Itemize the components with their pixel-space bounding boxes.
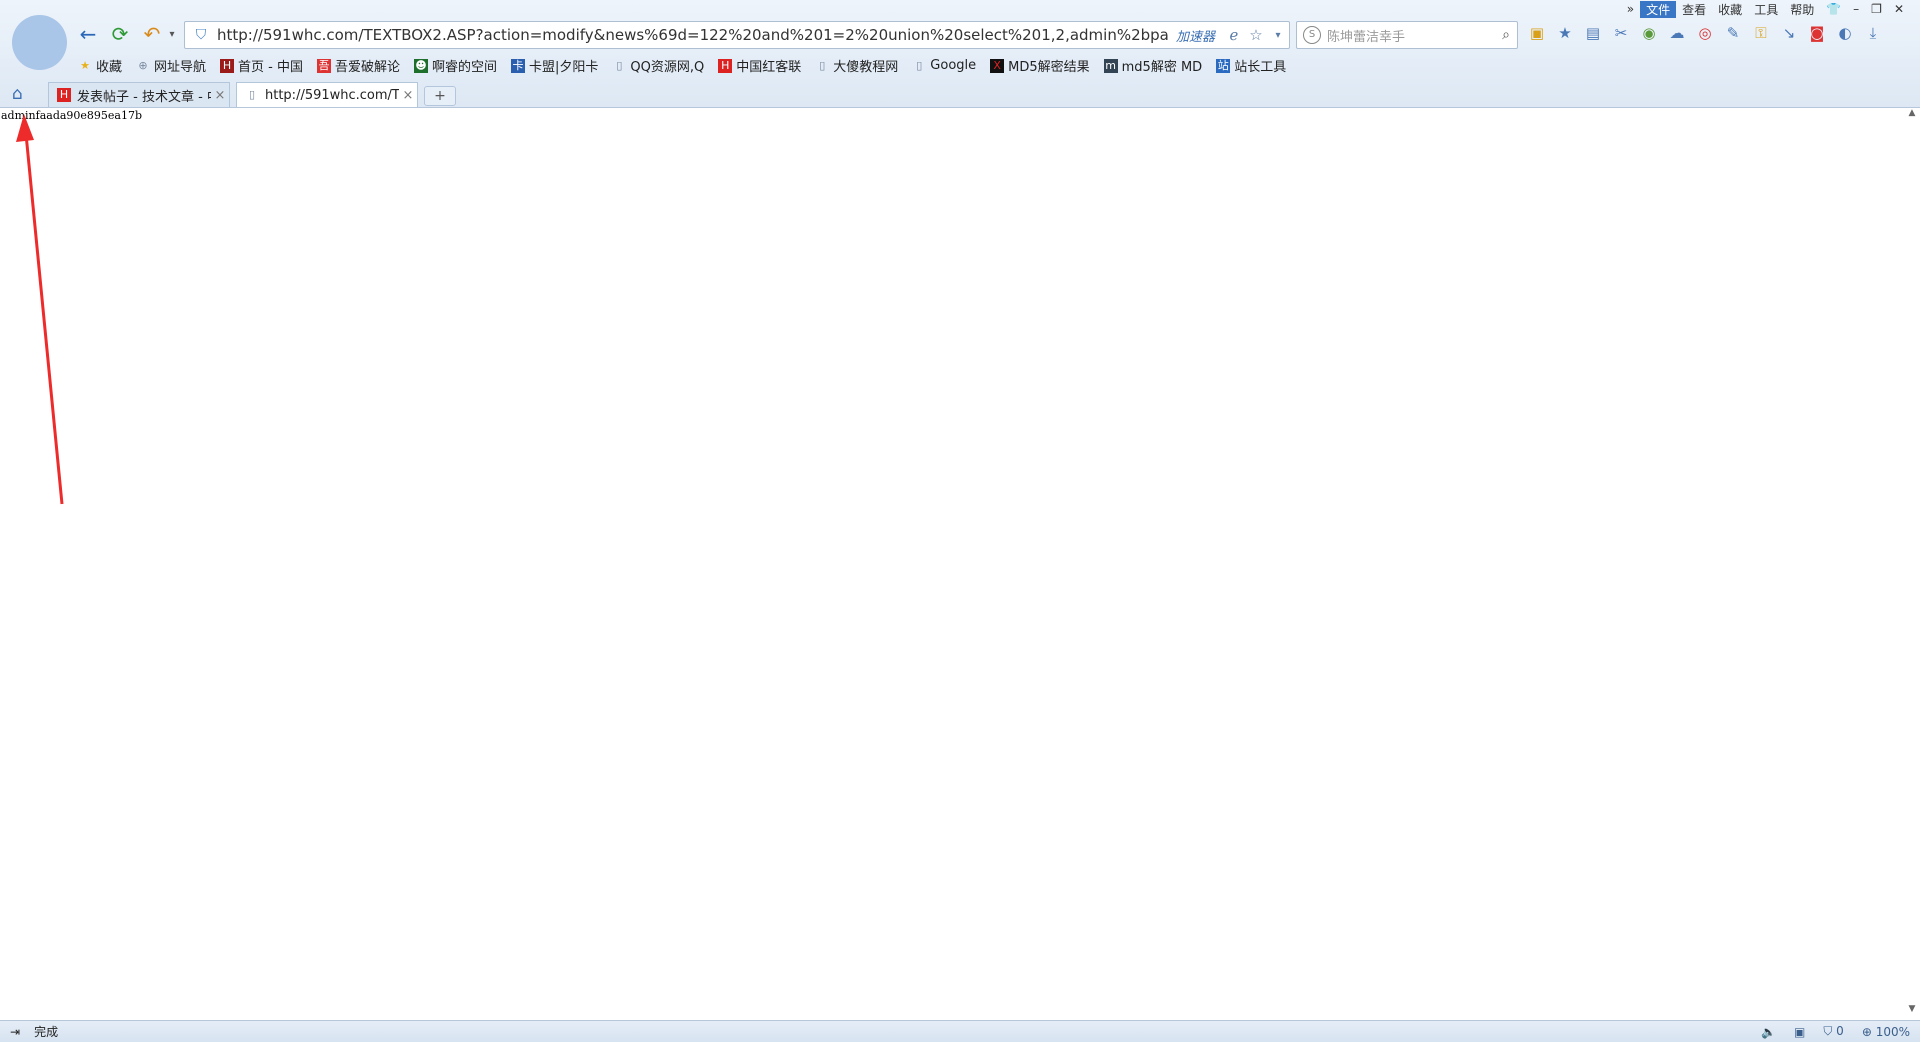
android-icon[interactable]: ◉: [1638, 22, 1660, 44]
minimize-button[interactable]: –: [1847, 2, 1865, 16]
site-icon: 吾: [317, 58, 331, 73]
briefcase-icon[interactable]: ▣: [1794, 1025, 1805, 1039]
bookmark-item[interactable]: ▯ Google: [912, 58, 976, 73]
tab-current-page[interactable]: ▯ http://591whc.com/TE ×: [236, 82, 418, 107]
ie-mode-icon[interactable]: ℯ: [1223, 26, 1245, 44]
close-tab-icon[interactable]: ×: [399, 88, 417, 103]
new-tab-button[interactable]: +: [424, 86, 456, 106]
bookmark-item[interactable]: H 首页 - 中国: [220, 56, 303, 75]
status-toggle-icon[interactable]: ⇥: [10, 1025, 20, 1039]
bookmark-item[interactable]: X MD5解密结果: [990, 56, 1090, 75]
shield-icon: ⛉: [1823, 1024, 1837, 1038]
menu-view[interactable]: 查看: [1676, 1, 1712, 18]
bookmark-item[interactable]: ⊕ 网址导航: [136, 56, 206, 76]
page-icon: ▯: [616, 58, 623, 72]
undo-icon: ↶: [143, 22, 161, 46]
restore-button[interactable]: ❐: [1865, 2, 1888, 16]
wrench-icon[interactable]: ✎: [1722, 22, 1744, 44]
home-icon[interactable]: ⌂: [12, 84, 23, 104]
menu-overflow-icon[interactable]: »: [1621, 2, 1640, 16]
refresh-icon: ⟳: [111, 22, 129, 46]
refresh-button[interactable]: ⟳: [108, 22, 132, 46]
toolbar-icons: ▣ ★ ▤ ✂ ◉ ☁ ◎ ✎ ⚿ ↘ ◙ ◐ ⤓: [1526, 22, 1884, 44]
bookmark-item[interactable]: m md5解密 MD: [1103, 56, 1202, 75]
speaker-icon[interactable]: 🔈: [1761, 1025, 1776, 1039]
tab-strip: ⌂ H 发表帖子 - 技术文章 - 中 × ▯ http://591whc.co…: [0, 82, 1920, 107]
site-icon: H: [718, 58, 733, 73]
annotation-arrow: [16, 114, 64, 505]
menu-file[interactable]: 文件: [1640, 0, 1677, 18]
zoom-icon: ⊕: [1861, 1024, 1876, 1039]
menu-help[interactable]: 帮助: [1784, 1, 1820, 18]
bookmark-item[interactable]: H 中国红客联: [718, 56, 801, 75]
menu-bar: » 文件 查看 收藏 工具 帮助 👕 – ❐ ✕: [1621, 0, 1910, 18]
zoom-control[interactable]: ⊕ 100%: [1862, 1025, 1910, 1039]
back-arrow-icon: ←: [79, 22, 97, 46]
vertical-scrollbar[interactable]: ▲ ▼: [1904, 108, 1920, 1020]
page-icon: ▯: [248, 88, 256, 101]
site-icon: X: [990, 58, 1005, 73]
page-icon: ▯: [819, 58, 826, 72]
status-text: 完成: [34, 1025, 59, 1039]
undo-dropdown[interactable]: ▾: [160, 22, 184, 46]
bookmark-item[interactable]: 吾吾爱破解论: [317, 56, 400, 75]
site-icon: 站: [1216, 58, 1231, 73]
close-tab-icon[interactable]: ×: [211, 88, 229, 103]
status-bar: ⇥ 完成 🔈 ▣ ⛉ 0 ⊕ 100%: [0, 1020, 1920, 1042]
chevron-down-icon: ▾: [169, 28, 175, 40]
shield-status[interactable]: ⛉ 0: [1823, 1024, 1843, 1039]
clean-icon[interactable]: ◙: [1806, 22, 1828, 44]
site-icon: H: [220, 58, 235, 73]
bookmark-item[interactable]: 卡卡盟|夕阳卡: [511, 56, 598, 75]
globe-icon: ⊕: [138, 58, 148, 72]
bookmark-item[interactable]: 站站长工具: [1216, 56, 1286, 75]
menu-favorites[interactable]: 收藏: [1712, 1, 1748, 18]
scroll-up-icon[interactable]: ▲: [1904, 108, 1920, 124]
accelerator-label[interactable]: 加速器: [1176, 26, 1215, 45]
shield-icon: ⛉: [195, 27, 207, 43]
arrow-head: [16, 114, 34, 142]
site-icon: H: [57, 88, 71, 102]
address-bar[interactable]: ⛉ http://591whc.com/TEXTBOX2.ASP?action=…: [184, 21, 1290, 49]
back-button[interactable]: ←: [76, 22, 100, 46]
bookmark-item[interactable]: ▯ 大傻教程网: [815, 56, 898, 76]
weibo-icon[interactable]: ◎: [1694, 22, 1716, 44]
cloud-icon[interactable]: ☁: [1666, 22, 1688, 44]
site-icon: 卡: [511, 58, 526, 73]
skin-icon[interactable]: ◐: [1834, 22, 1856, 44]
bookmarks-bar: ★ 收藏 ⊕ 网址导航 H 首页 - 中国 吾吾爱破解论 ☻ 啊睿的空间 卡卡盟|夕阳卡…: [78, 56, 1286, 75]
arrow-shaft: [24, 133, 64, 505]
game-icon[interactable]: ▣: [1526, 22, 1548, 44]
star-icon[interactable]: ☆: [1245, 26, 1267, 44]
download-icon[interactable]: ⤓: [1862, 22, 1884, 44]
scissors-icon[interactable]: ✂: [1610, 22, 1632, 44]
search-icon[interactable]: ⌕: [1495, 27, 1517, 43]
bookmark-icon[interactable]: ★: [1554, 22, 1576, 44]
page-content: adminfaada90e895ea17b: [0, 108, 1904, 1020]
star-icon: ★: [80, 58, 90, 72]
menu-tools[interactable]: 工具: [1748, 1, 1784, 18]
user-avatar[interactable]: [12, 15, 67, 70]
page-icon: ▯: [916, 58, 923, 72]
chevron-down-icon[interactable]: ▾: [1267, 30, 1289, 41]
sidebar-icon[interactable]: ▤: [1582, 22, 1604, 44]
browser-chrome: ← ⟳ ↶ ▾ ⛉ http://591whc.com/TEXTBOX2.ASP…: [0, 0, 1920, 108]
site-icon: m: [1103, 58, 1118, 73]
scroll-down-icon[interactable]: ▼: [1904, 1004, 1920, 1020]
skin-button[interactable]: 👕: [1820, 2, 1847, 16]
bookmark-item[interactable]: ☻ 啊睿的空间: [414, 56, 497, 75]
site-icon: ☻: [414, 58, 429, 73]
bookmark-favorites[interactable]: ★ 收藏: [78, 56, 122, 76]
url-text[interactable]: http://591whc.com/TEXTBOX2.ASP?action=mo…: [217, 26, 1168, 44]
search-box[interactable]: S 陈坤蕾洁幸手 ⌕: [1296, 21, 1518, 49]
key-icon[interactable]: ⚿: [1750, 22, 1772, 44]
arrow-icon[interactable]: ↘: [1778, 22, 1800, 44]
tab-post-article[interactable]: H 发表帖子 - 技术文章 - 中 ×: [48, 82, 230, 107]
bookmark-item[interactable]: ▯ QQ资源网,Q: [612, 56, 704, 76]
search-input[interactable]: 陈坤蕾洁幸手: [1327, 26, 1495, 45]
close-button[interactable]: ✕: [1888, 2, 1910, 16]
search-engine-icon[interactable]: S: [1303, 26, 1321, 44]
